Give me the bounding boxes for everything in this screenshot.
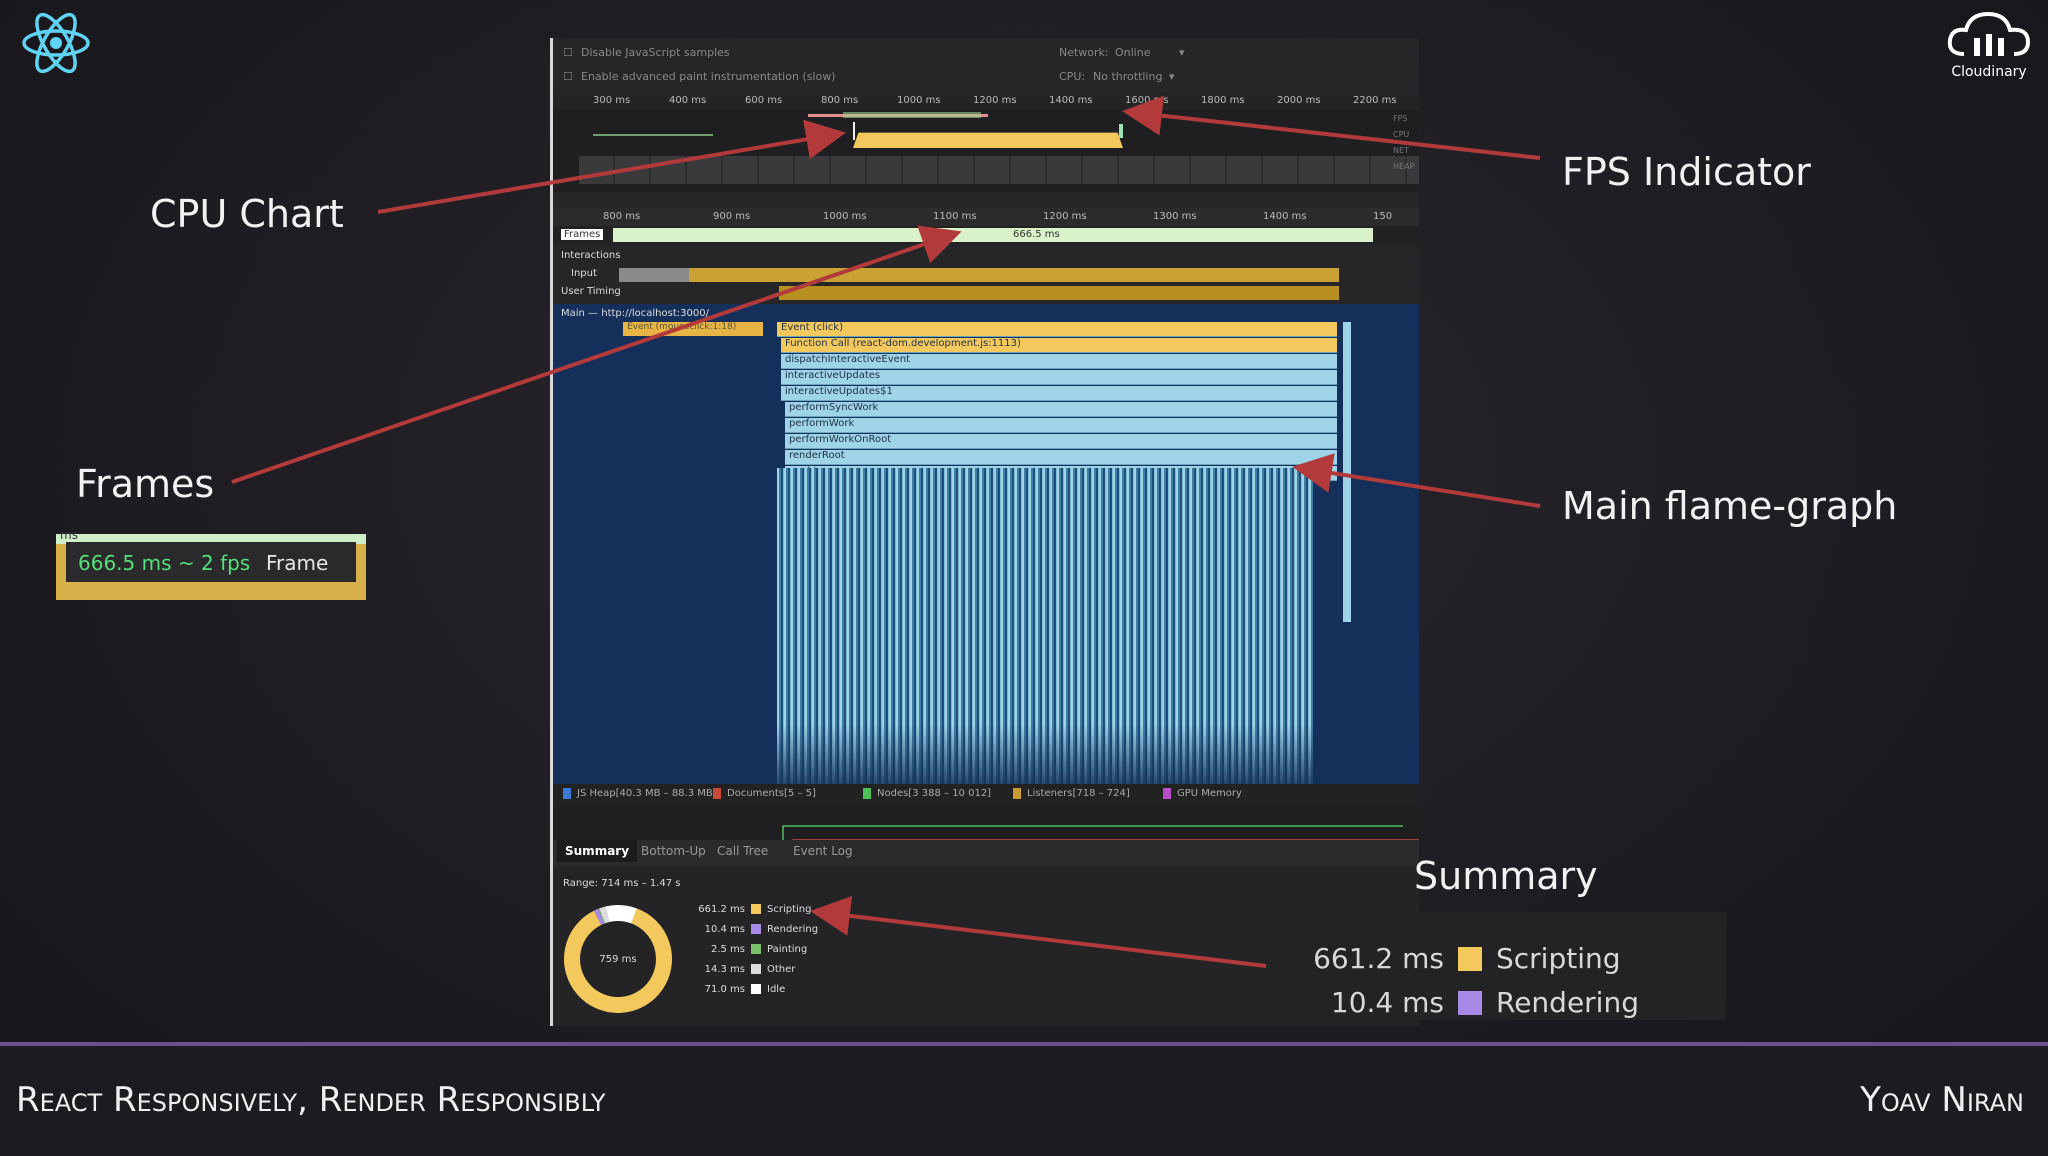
arrow-fps-indicator bbox=[1130, 112, 1540, 158]
arrow-summary bbox=[818, 912, 1266, 966]
arrow-frames bbox=[232, 234, 954, 482]
talk-title: React Responsively, Render Responsibly bbox=[16, 1080, 606, 1120]
slide-footer: React Responsively, Render Responsibly Y… bbox=[0, 1042, 2048, 1156]
arrow-main-flame-graph bbox=[1300, 468, 1540, 506]
speaker-name: Yoav Niran bbox=[1860, 1080, 2024, 1120]
callout-arrows bbox=[0, 0, 2048, 1152]
arrow-cpu-chart bbox=[378, 134, 838, 212]
